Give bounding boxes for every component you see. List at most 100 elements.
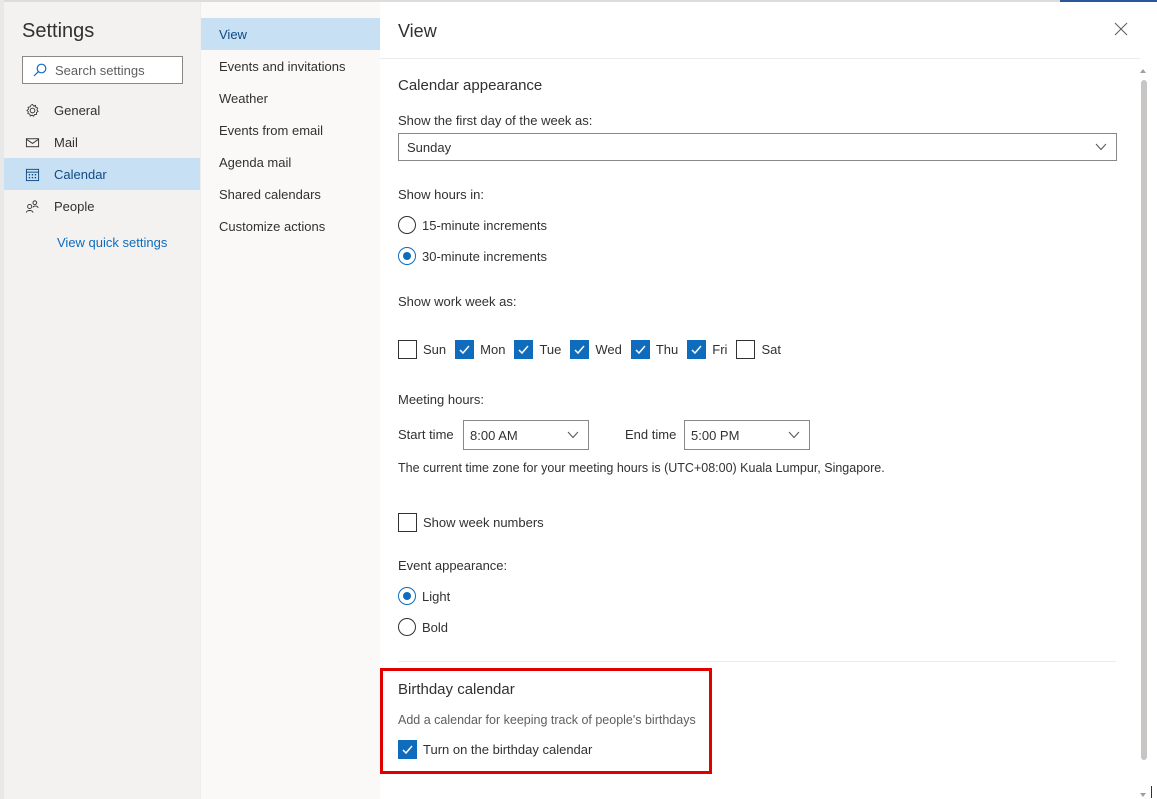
birthday-calendar-checkbox[interactable]: Turn on the birthday calendar: [398, 740, 592, 759]
scroll-down-arrow-icon[interactable]: [1138, 786, 1148, 797]
day-label: Wed: [595, 342, 622, 357]
day-checkbox-wed[interactable]: Wed: [570, 340, 622, 359]
first-day-label: Show the first day of the week as:: [398, 113, 593, 128]
checkbox-box: [398, 340, 417, 359]
start-time-label: Start time: [398, 427, 454, 442]
checkbox-box: [455, 340, 475, 359]
end-time-value: 5:00 PM: [691, 427, 740, 443]
subnav-item-events-from-email[interactable]: Events from email: [201, 114, 381, 146]
settings-sidebar: Settings Search settings General Mail Ca…: [4, 2, 200, 799]
start-time-select[interactable]: 8:00 AM: [463, 420, 589, 450]
settings-title: Settings: [22, 20, 95, 42]
sidebar-item-label: Mail: [54, 134, 78, 150]
radio-light[interactable]: Light: [398, 587, 450, 605]
settings-nav: General Mail Calendar People: [4, 94, 200, 222]
day-checkbox-mon[interactable]: Mon: [455, 340, 505, 359]
checkbox-box: [736, 340, 756, 359]
day-label: Sun: [423, 342, 447, 357]
day-label: Fri: [712, 342, 728, 357]
gear-icon: [24, 102, 40, 118]
checkbox-label: Show week numbers: [423, 515, 544, 530]
radio-label: 15-minute increments: [422, 217, 547, 233]
subnav-item-customize-actions[interactable]: Customize actions: [201, 210, 381, 242]
radio-circle: [398, 587, 416, 605]
day-checkbox-tue[interactable]: Tue: [514, 340, 561, 359]
sidebar-item-calendar[interactable]: Calendar: [4, 158, 200, 190]
calendar-appearance-title: Calendar appearance: [398, 77, 543, 94]
birthday-calendar-title: Birthday calendar: [398, 681, 515, 698]
radio-30-minute[interactable]: 30-minute increments: [398, 247, 547, 265]
sidebar-item-label: Calendar: [54, 166, 107, 182]
checkmark-icon: [459, 345, 470, 355]
first-day-select[interactable]: Sunday: [398, 133, 1117, 161]
subnav-list: View Events and invitations Weather Even…: [201, 18, 381, 242]
first-day-value: Sunday: [407, 139, 452, 155]
checkbox-box: [398, 740, 417, 759]
mail-icon: [24, 134, 40, 150]
day-label: Tue: [539, 342, 562, 357]
checkbox-box: [687, 340, 707, 359]
subnav-item-weather[interactable]: Weather: [201, 82, 381, 114]
checkbox-box: [630, 340, 650, 359]
meeting-hours-label: Meeting hours:: [398, 392, 484, 407]
close-button[interactable]: [1113, 21, 1129, 37]
radio-label: Bold: [422, 619, 449, 635]
radio-bold[interactable]: Bold: [398, 618, 448, 636]
sidebar-item-people[interactable]: People: [4, 190, 200, 222]
search-input[interactable]: Search settings: [22, 56, 183, 84]
checkmark-icon: [518, 345, 530, 355]
day-label: Sat: [761, 342, 781, 357]
birthday-calendar-description: Add a calendar for keeping track of peop…: [398, 713, 696, 727]
checkbox-label: Turn on the birthday calendar: [423, 742, 593, 757]
chevron-down-icon: [567, 431, 579, 439]
start-time-value: 8:00 AM: [470, 427, 518, 443]
work-week-days: Sun Mon Tue Wed Thu Fri Sat: [398, 340, 790, 359]
chevron-down-icon: [788, 431, 800, 439]
day-checkbox-sun[interactable]: Sun: [398, 340, 446, 359]
cursor-mark: [1151, 786, 1152, 798]
work-week-label: Show work week as:: [398, 294, 517, 309]
search-icon: [33, 63, 47, 77]
show-week-numbers-checkbox[interactable]: Show week numbers: [398, 513, 544, 532]
day-checkbox-fri[interactable]: Fri: [687, 340, 727, 359]
scrollbar-thumb[interactable]: [1141, 80, 1147, 760]
sidebar-item-label: General: [54, 102, 101, 118]
search-placeholder: Search settings: [55, 62, 145, 78]
day-label: Mon: [480, 342, 506, 357]
show-hours-label: Show hours in:: [398, 187, 484, 202]
subnav-item-shared-calendars[interactable]: Shared calendars: [201, 178, 381, 210]
subnav-item-events-and-invitations[interactable]: Events and invitations: [201, 50, 381, 82]
header-divider: [380, 58, 1140, 59]
view-settings-panel: View Calendar appearance Show the first …: [380, 2, 1157, 799]
end-time-label: End time: [625, 427, 677, 442]
radio-label: 30-minute increments: [422, 248, 547, 264]
checkmark-icon: [691, 345, 702, 355]
day-checkbox-thu[interactable]: Thu: [630, 340, 678, 359]
checkmark-icon: [574, 345, 585, 355]
calendar-icon: [24, 166, 40, 182]
radio-circle: [398, 247, 416, 265]
sidebar-item-label: People: [54, 198, 95, 214]
sidebar-item-mail[interactable]: Mail: [4, 126, 200, 158]
close-icon: [1114, 22, 1128, 36]
people-icon: [24, 198, 40, 214]
radio-circle: [398, 618, 416, 636]
subnav-item-agenda-mail[interactable]: Agenda mail: [201, 146, 381, 178]
chevron-down-icon: [1095, 143, 1107, 151]
event-appearance-label: Event appearance:: [398, 558, 508, 573]
checkbox-box: [514, 340, 534, 359]
scroll-up-arrow-icon[interactable]: [1138, 62, 1148, 73]
section-divider: [398, 661, 1116, 662]
checkmark-icon: [402, 745, 413, 755]
end-time-select[interactable]: 5:00 PM: [684, 420, 810, 450]
view-quick-settings-link[interactable]: View quick settings: [57, 235, 167, 250]
timezone-note: The current time zone for your meeting h…: [398, 461, 885, 475]
day-checkbox-sat[interactable]: Sat: [736, 340, 781, 359]
radio-label: Light: [422, 588, 451, 604]
sidebar-item-general[interactable]: General: [4, 94, 200, 126]
calendar-subnav: View Events and invitations Weather Even…: [200, 2, 381, 799]
subnav-item-view[interactable]: View: [201, 18, 381, 50]
checkbox-box: [398, 513, 417, 532]
radio-15-minute[interactable]: 15-minute increments: [398, 216, 547, 234]
radio-circle: [398, 216, 416, 234]
